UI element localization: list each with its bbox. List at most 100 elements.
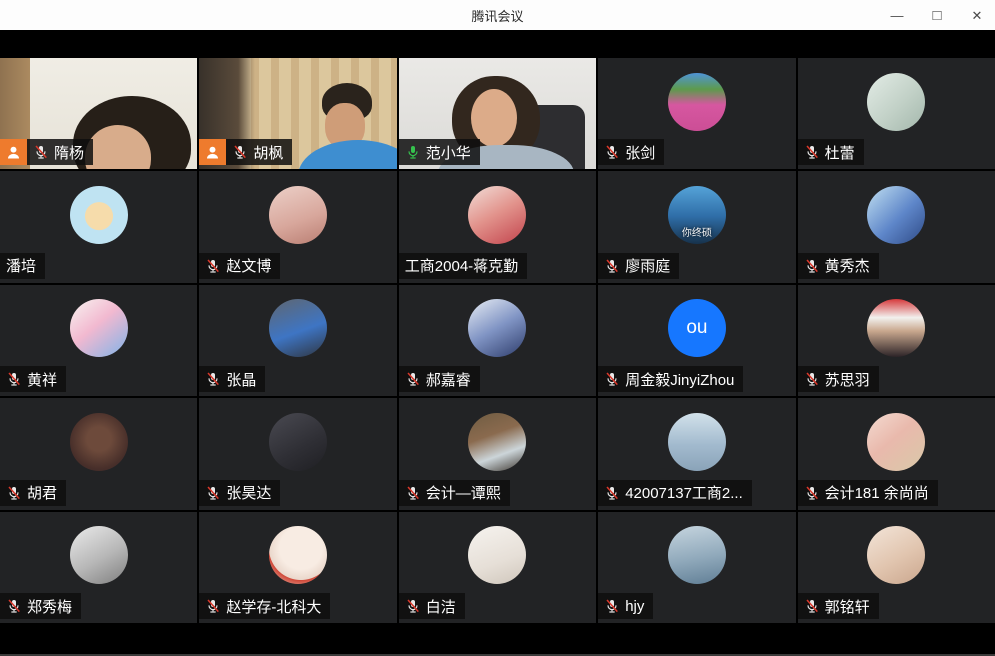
name-label: 范小华 [399,139,480,165]
avatar-image [867,186,925,244]
participant-tile[interactable]: 工商2004-蒋克勤 [399,171,596,282]
name-label: 黄祥 [0,366,66,392]
participant-tile[interactable]: 张晶 [199,285,396,396]
name-label: 郭铭轩 [798,593,879,619]
participant-label-row: 张昊达 [199,480,280,506]
name-label: 胡君 [0,480,66,506]
participant-tile[interactable]: 黄祥 [0,285,197,396]
name-label: 胡枫 [226,139,292,165]
mic-muted-icon [405,371,421,387]
name-label: 会计181 余尚尚 [798,480,938,506]
participant-label-row: 周金毅JinyiZhou [598,366,743,392]
participant-name: 工商2004-蒋克勤 [405,255,518,276]
participant-tile[interactable]: 赵文博 [199,171,396,282]
participant-name: 潘培 [6,255,36,276]
window-title: 腾讯会议 [0,6,995,25]
maximize-button[interactable]: □ [929,8,945,23]
participant-name: 隋杨 [54,142,84,163]
host-badge-icon [0,139,27,165]
name-label: 廖雨庭 [598,253,679,279]
name-label: 潘培 [0,253,45,279]
participant-tile[interactable]: 会计181 余尚尚 [798,398,995,509]
participant-name: 苏思羽 [825,369,870,390]
participant-label-row: 黄祥 [0,366,66,392]
participant-tile[interactable]: 潘培 [0,171,197,282]
avatar-image [468,299,526,357]
avatar-image [269,413,327,471]
participant-tile[interactable]: 杜蕾 [798,58,995,169]
participant-tile[interactable]: 范小华 [399,58,596,169]
app-window: 腾讯会议 — □ ✕ [0,0,995,656]
mic-muted-icon [804,144,820,160]
mic-muted-icon [604,144,620,160]
participant-tile[interactable]: 郑秀梅 [0,512,197,623]
participant-tile[interactable]: 郭铭轩 [798,512,995,623]
participant-tile[interactable]: 郝嘉睿 [399,285,596,396]
avatar-image [867,526,925,584]
name-label: 赵文博 [199,253,280,279]
participant-label-row: hjy [598,593,653,619]
participant-name: 廖雨庭 [625,255,670,276]
avatar-image: 你终硕 [668,186,726,244]
mic-muted-icon [604,371,620,387]
mic-muted-icon [804,598,820,614]
mic-muted-icon [205,485,221,501]
avatar-image [867,299,925,357]
participant-tile[interactable]: 42007137工商2... [598,398,795,509]
participant-label-row: 杜蕾 [798,139,864,165]
participant-tile[interactable]: 赵学存-北科大 [199,512,396,623]
participant-tile[interactable]: 胡君 [0,398,197,509]
participant-tile[interactable]: 你终硕 廖雨庭 [598,171,795,282]
participant-label-row: 会计—谭熙 [399,480,510,506]
participant-name: 周金毅JinyiZhou [625,369,734,390]
participant-name: 张晶 [226,369,256,390]
participant-name: 郝嘉睿 [426,369,471,390]
avatar-image [867,73,925,131]
avatar-text: ou [686,317,707,339]
participant-tile[interactable]: 张剑 [598,58,795,169]
participant-tile[interactable]: 隋杨 [0,58,197,169]
participant-name: 会计—谭熙 [426,482,501,503]
participant-name: hjy [625,598,644,615]
participant-tile[interactable]: 苏思羽 [798,285,995,396]
name-label: 周金毅JinyiZhou [598,366,743,392]
avatar-image [468,186,526,244]
participant-label-row: 白洁 [399,593,465,619]
mic-muted-icon [804,485,820,501]
mic-muted-icon [604,598,620,614]
participant-tile[interactable]: 张昊达 [199,398,396,509]
avatar-image [269,299,327,357]
participant-label-row: 郑秀梅 [0,593,81,619]
participant-tile[interactable]: hjy [598,512,795,623]
close-button[interactable]: ✕ [969,9,985,22]
participant-label-row: 潘培 [0,253,45,279]
participant-tile[interactable]: ou 周金毅JinyiZhou [598,285,795,396]
name-label: 张剑 [598,139,664,165]
avatar-image [70,526,128,584]
participant-name: 42007137工商2... [625,482,743,503]
participant-name: 胡君 [27,482,57,503]
participant-tile[interactable]: 会计—谭熙 [399,398,596,509]
participant-label-row: 赵学存-北科大 [199,593,330,619]
participant-tile[interactable]: 白洁 [399,512,596,623]
participant-name: 黄秀杰 [825,255,870,276]
mic-muted-icon [804,371,820,387]
participant-name: 黄祥 [27,369,57,390]
mic-muted-icon [6,598,22,614]
avatar-image [70,413,128,471]
host-badge-icon [199,139,226,165]
participant-name: 范小华 [426,142,471,163]
participant-label-row: 胡君 [0,480,66,506]
participant-tile[interactable]: 黄秀杰 [798,171,995,282]
name-label: 郑秀梅 [0,593,81,619]
mic-muted-icon [604,258,620,274]
participant-tile[interactable]: 胡枫 [199,58,396,169]
minimize-button[interactable]: — [889,9,905,22]
participant-name: 张昊达 [226,482,271,503]
avatar-image [468,413,526,471]
participant-label-row: 范小华 [399,139,480,165]
top-black-strip [0,30,995,58]
name-label: 赵学存-北科大 [199,593,330,619]
mic-muted-icon [205,598,221,614]
avatar-image [668,73,726,131]
